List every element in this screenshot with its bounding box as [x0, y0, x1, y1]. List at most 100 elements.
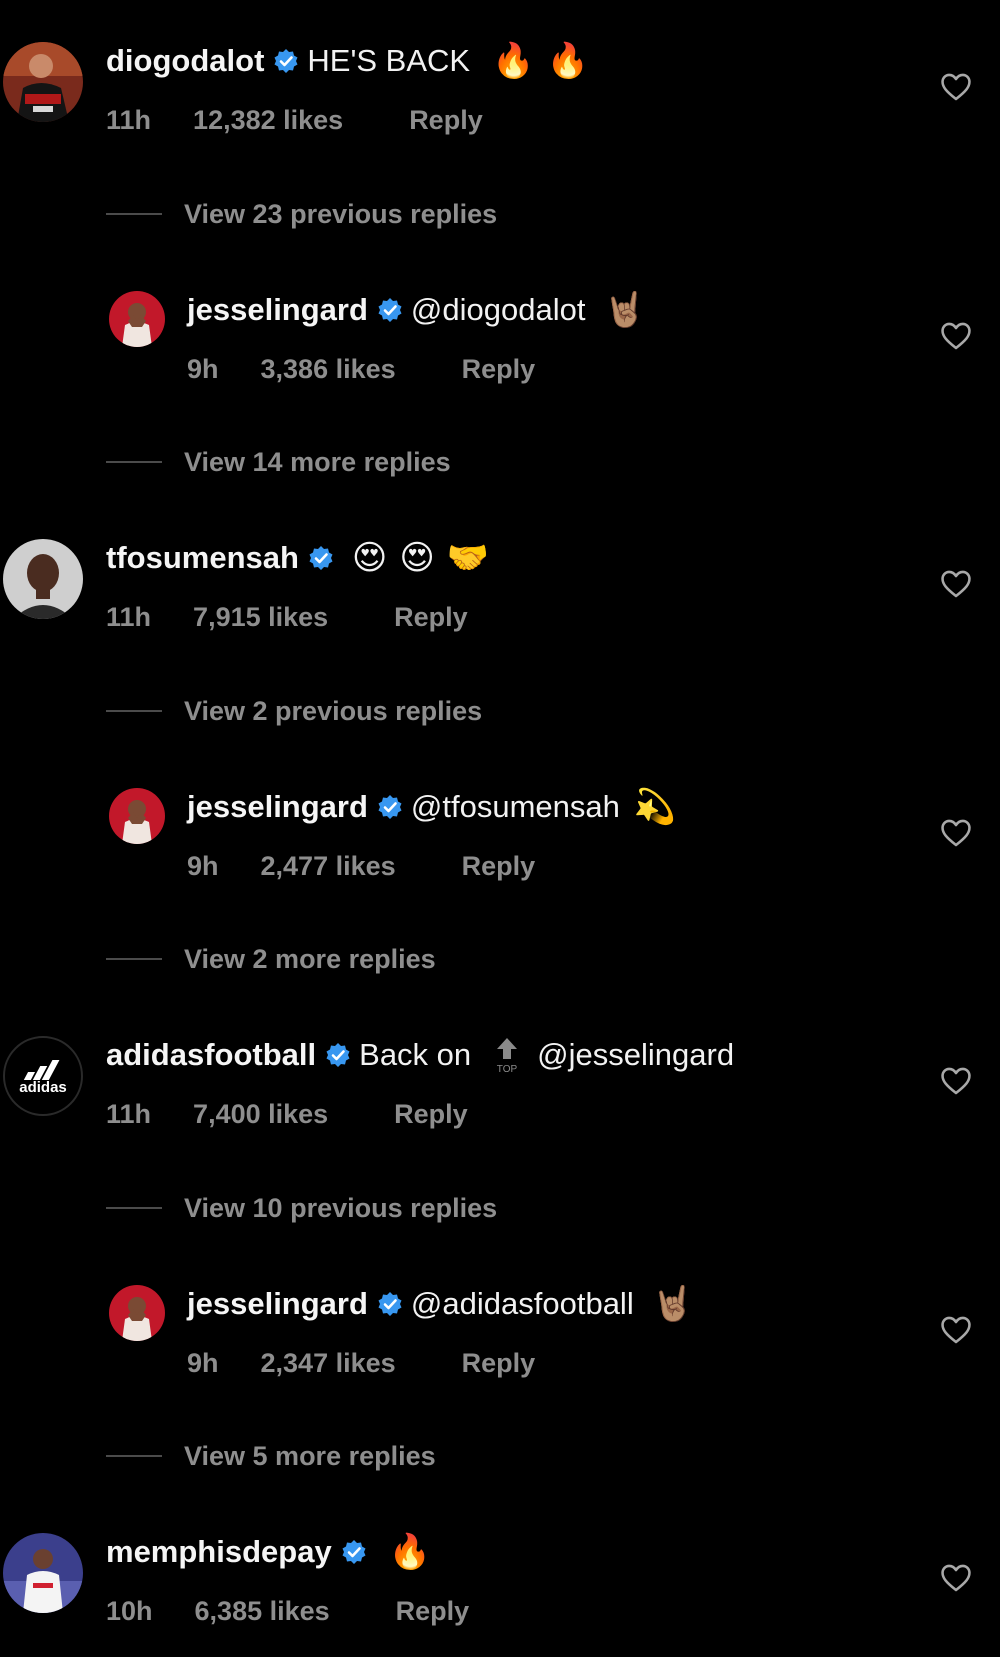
reply-mention[interactable]: @adidasfootball [411, 1279, 634, 1329]
reply-button[interactable]: Reply [462, 1348, 536, 1379]
view-more-replies[interactable]: View 2 more replies [106, 939, 436, 979]
verified-badge-icon [309, 546, 333, 570]
reply-mention[interactable]: @tfosumensah [411, 782, 620, 832]
avatar-jesselingard[interactable] [109, 788, 165, 844]
comment-header: memphisdepay 🔥 [106, 1527, 431, 1577]
heart-eyes-emoji: 😍 [351, 539, 388, 577]
reply-button[interactable]: Reply [462, 354, 536, 385]
view-previous-label: View 10 previous replies [184, 1192, 498, 1223]
adidas-logo: adidas [19, 1060, 67, 1096]
divider [106, 958, 162, 960]
divider [106, 1207, 162, 1209]
reply-likes[interactable]: 3,386 likes [261, 354, 396, 385]
reply-time: 9h [187, 850, 219, 881]
view-more-label: View 14 more replies [184, 446, 451, 477]
view-previous-label: View 23 previous replies [184, 198, 498, 229]
top-label: TOP [497, 1064, 518, 1075]
divider [106, 461, 162, 463]
comment-text: Back on [359, 1037, 472, 1072]
fire-emoji: 🔥 [388, 1533, 432, 1571]
view-previous-replies[interactable]: View 23 previous replies [106, 194, 497, 234]
heart-outline-icon[interactable] [939, 1561, 973, 1595]
avatar-adidasfootball[interactable]: adidas [3, 1036, 83, 1116]
comment-meta: 11h 12,382 likes Reply [106, 100, 483, 140]
heart-eyes-emoji: 😍 [399, 539, 435, 577]
reply-username[interactable]: jesselingard [187, 782, 368, 832]
comments-screen: diogodalot HE'S BACK 🔥 🔥 11h 12,382 like… [0, 0, 1000, 1657]
adidas-logo-text: adidas [19, 1079, 67, 1096]
comment-time: 11h [106, 1098, 152, 1129]
dizzy-emoji: 💫 [633, 788, 677, 826]
view-previous-replies[interactable]: View 2 previous replies [106, 691, 482, 731]
avatar-diogodalot[interactable] [3, 42, 83, 122]
view-more-replies[interactable]: View 5 more replies [106, 1436, 436, 1476]
reply-header: jesselingard @diogodalot 🤘🏽 [187, 285, 646, 335]
verified-badge-icon [342, 1540, 366, 1564]
reply-username[interactable]: jesselingard [187, 285, 368, 335]
divider [106, 213, 162, 215]
comment-thread: tfosumensah 😍 😍 🤝 11h 7,915 likes Reply … [0, 497, 1000, 974]
rock-hand-emoji: 🤘🏽 [603, 291, 646, 329]
divider [106, 710, 162, 712]
comment-thread: adidas adidasfootball Back on TOP @jesse… [0, 994, 1000, 1471]
view-more-replies[interactable]: View 14 more replies [106, 442, 451, 482]
comment-mention[interactable]: @jesselingard [537, 1030, 734, 1080]
reply-button[interactable]: Reply [394, 602, 468, 633]
fire-emoji: 🔥 [492, 42, 535, 80]
comment-thread: memphisdepay 🔥 10h 6,385 likes Reply [0, 1491, 1000, 1657]
avatar-jesselingard[interactable] [109, 1285, 165, 1341]
reply-button[interactable]: Reply [396, 1596, 470, 1627]
reply-button[interactable]: Reply [409, 105, 483, 136]
comment-username[interactable]: diogodalot [106, 36, 264, 86]
avatar-tfosumensah[interactable] [3, 539, 83, 619]
heart-outline-icon[interactable] [939, 70, 973, 104]
reply-button[interactable]: Reply [394, 1099, 468, 1130]
comment-header: tfosumensah 😍 😍 🤝 [106, 533, 489, 583]
view-previous-replies[interactable]: View 10 previous replies [106, 1188, 497, 1228]
verified-badge-icon [378, 298, 402, 322]
comment-likes[interactable]: 7,915 likes [193, 602, 328, 633]
comment-time: 11h [106, 601, 152, 632]
top-arrow-icon: TOP [497, 1038, 518, 1075]
divider [106, 1455, 162, 1457]
heart-outline-icon[interactable] [939, 1313, 973, 1347]
comment-likes[interactable]: 6,385 likes [195, 1596, 330, 1627]
heart-outline-icon[interactable] [939, 816, 973, 850]
rock-hand-emoji: 🤘🏽 [651, 1285, 695, 1323]
avatar-jesselingard[interactable] [109, 291, 165, 347]
reply-meta: 9h 3,386 likes Reply [187, 349, 535, 389]
reply-likes[interactable]: 2,477 likes [261, 851, 396, 882]
comment-meta: 11h 7,915 likes Reply [106, 597, 468, 637]
reply-header: jesselingard @adidasfootball 🤘🏽 [187, 1279, 694, 1329]
heart-outline-icon[interactable] [939, 567, 973, 601]
avatar-memphisdepay[interactable] [3, 1533, 83, 1613]
comment-username[interactable]: tfosumensah [106, 533, 299, 583]
fire-emoji: 🔥 [546, 42, 589, 80]
reply-time: 9h [187, 353, 219, 384]
reply-button[interactable]: Reply [462, 851, 536, 882]
heart-outline-icon[interactable] [939, 319, 973, 353]
reply-meta: 9h 2,477 likes Reply [187, 846, 535, 886]
reply-mention[interactable]: @diogodalot [411, 285, 586, 335]
handshake-emoji: 🤝 [446, 539, 490, 577]
comment-meta: 11h 7,400 likes Reply [106, 1094, 468, 1134]
comment-thread: diogodalot HE'S BACK 🔥 🔥 11h 12,382 like… [0, 0, 1000, 477]
view-more-label: View 5 more replies [184, 1440, 436, 1471]
comment-header: diogodalot HE'S BACK 🔥 🔥 [106, 36, 589, 86]
reply-likes[interactable]: 2,347 likes [261, 1348, 396, 1379]
reply-username[interactable]: jesselingard [187, 1279, 368, 1329]
comment-username[interactable]: memphisdepay [106, 1527, 332, 1577]
comment-username[interactable]: adidasfootball [106, 1030, 316, 1080]
heart-outline-icon[interactable] [939, 1064, 973, 1098]
view-more-label: View 2 more replies [184, 943, 436, 974]
comment-likes[interactable]: 7,400 likes [193, 1099, 328, 1130]
comment-meta: 10h 6,385 likes Reply [106, 1591, 469, 1631]
comment-header: adidasfootball Back on TOP @jesselingard [106, 1030, 734, 1080]
view-previous-label: View 2 previous replies [184, 695, 483, 726]
comment-likes[interactable]: 12,382 likes [193, 105, 343, 136]
comment-text: HE'S BACK [307, 43, 471, 78]
verified-badge-icon [326, 1043, 350, 1067]
reply-header: jesselingard @tfosumensah 💫 [187, 782, 676, 832]
verified-badge-icon [378, 795, 402, 819]
reply-meta: 9h 2,347 likes Reply [187, 1343, 535, 1383]
